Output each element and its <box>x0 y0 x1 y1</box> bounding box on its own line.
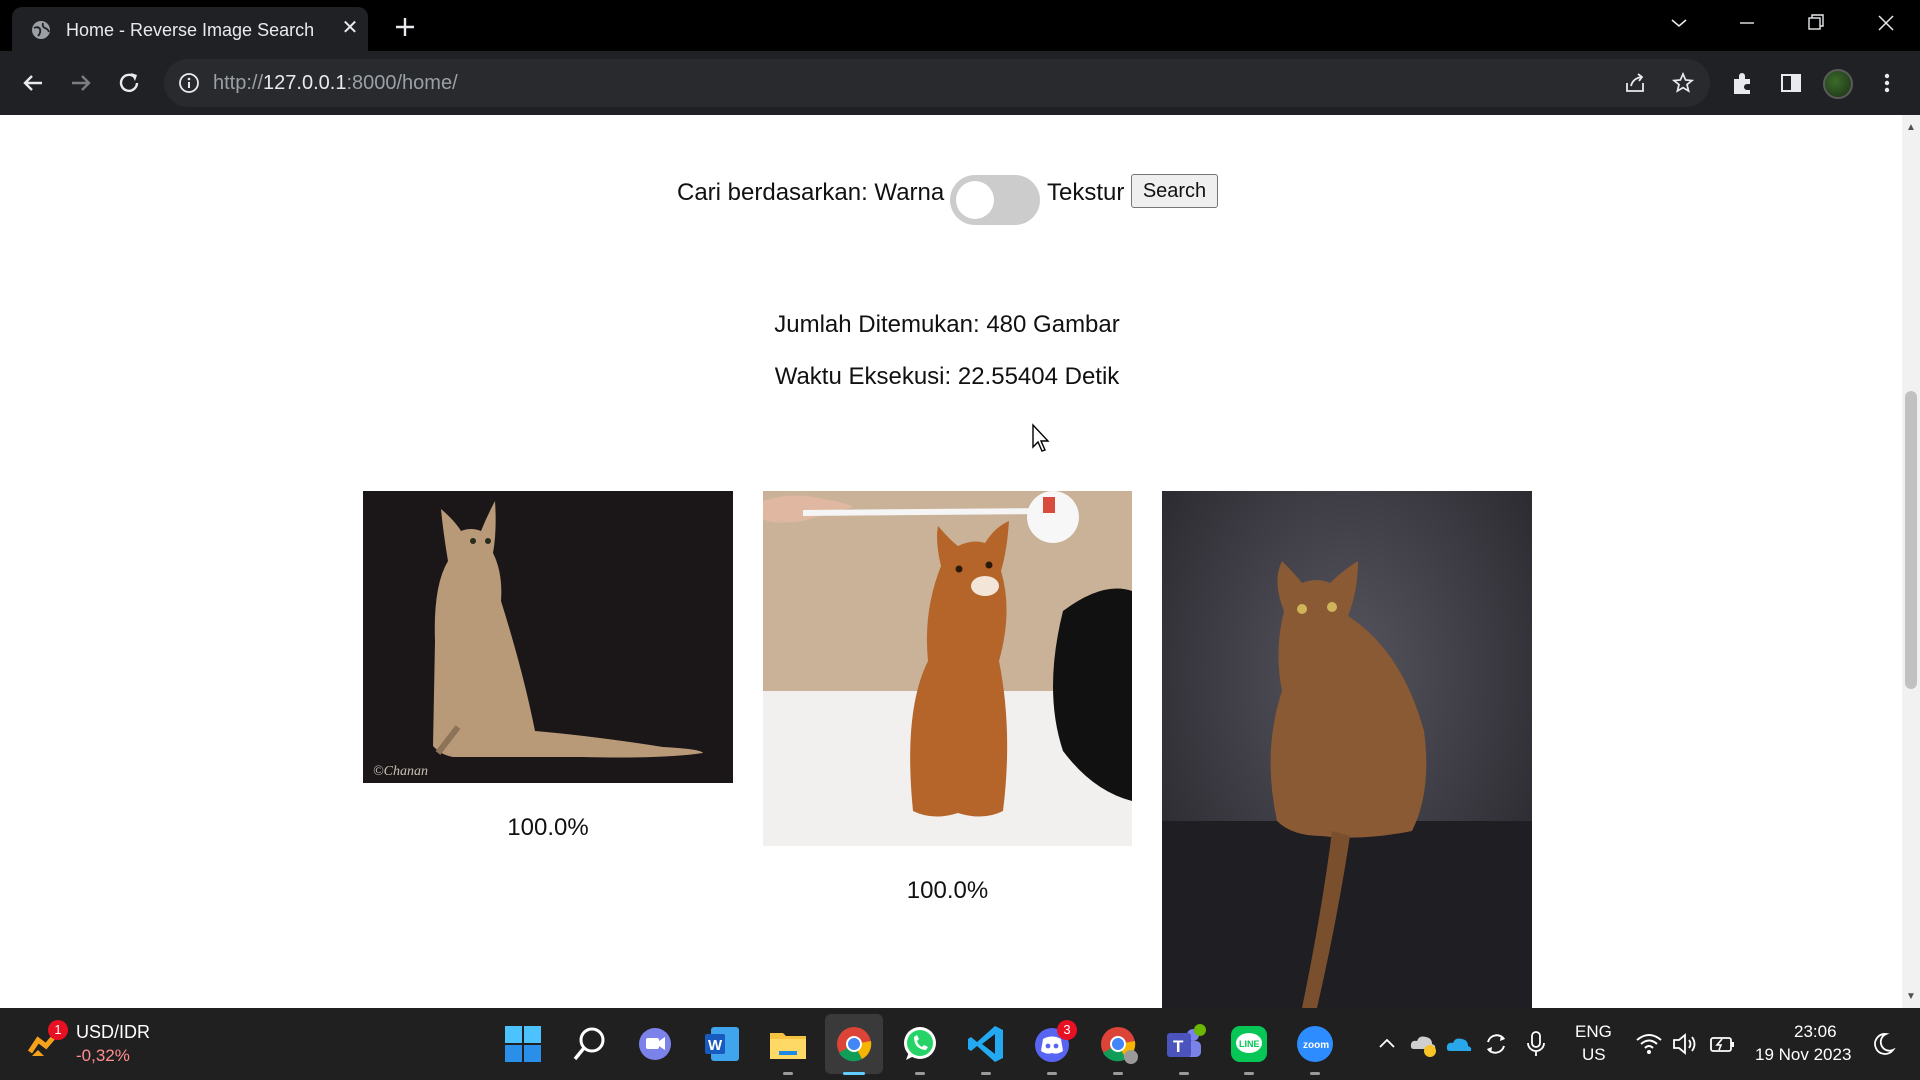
restore-icon[interactable] <box>1797 8 1833 38</box>
url-path: :8000/home/ <box>346 72 458 94</box>
toggle-knob <box>956 181 994 219</box>
line-running-indicator <box>1244 1072 1254 1075</box>
back-arrow-icon[interactable] <box>17 67 49 99</box>
url-scheme: http:// <box>213 72 264 94</box>
forward-arrow-icon[interactable] <box>65 67 97 99</box>
widget-badge: 1 <box>48 1020 68 1040</box>
reload-icon[interactable] <box>113 67 145 99</box>
whatsapp-running-indicator <box>915 1072 925 1075</box>
battery-charging-icon[interactable] <box>1707 1029 1737 1059</box>
close-window-icon[interactable] <box>1868 8 1904 38</box>
discord-running-indicator <box>1047 1072 1057 1075</box>
page-scrollbar[interactable]: ▲ ▼ <box>1902 115 1920 1008</box>
language-indicator-line1[interactable]: ENG <box>1575 1022 1612 1042</box>
focus-moon-icon[interactable] <box>1869 1030 1897 1058</box>
teams-icon[interactable]: T <box>1161 1021 1207 1067</box>
explorer-running-indicator <box>783 1072 793 1075</box>
sync-icon[interactable] <box>1481 1029 1511 1059</box>
tab-close-icon[interactable]: ✕ <box>338 16 362 40</box>
discord-badge: 3 <box>1057 1020 1077 1040</box>
search-mode-label-texture: Tekstur <box>1047 179 1125 206</box>
new-tab-plus-icon[interactable] <box>390 12 420 42</box>
taskbar-search-icon[interactable] <box>567 1021 613 1067</box>
browser-titlebar: Home - Reverse Image Search ✕ <box>0 0 1920 51</box>
windows-taskbar: 1 USD/IDR -0,32% W 3 T LINE zoom ENG US … <box>0 1008 1920 1080</box>
profile-avatar[interactable] <box>1823 69 1853 99</box>
teams-chat-icon[interactable] <box>632 1021 678 1067</box>
result-similarity-2: 100.0% <box>906 877 989 904</box>
wifi-icon[interactable] <box>1634 1029 1664 1059</box>
svg-text:W: W <box>708 1037 723 1054</box>
address-bar[interactable]: http://127.0.0.1:8000/home/ <box>164 59 1710 107</box>
screen: Home - Reverse Image Search ✕ http://127… <box>0 0 1920 1080</box>
found-count: Jumlah Ditemukan: 480 Gambar <box>774 311 1120 338</box>
word-icon[interactable]: W <box>699 1021 745 1067</box>
side-panel-icon[interactable] <box>1777 69 1805 97</box>
tray-overflow-chevron-icon[interactable] <box>1375 1032 1399 1056</box>
globe-icon <box>32 21 50 39</box>
result-image-2[interactable] <box>763 491 1132 846</box>
result-watermark: ©Chanan <box>373 764 428 779</box>
volume-icon[interactable] <box>1670 1029 1700 1059</box>
scroll-down-arrow-icon[interactable]: ▼ <box>1906 992 1916 1002</box>
site-info-icon[interactable] <box>178 72 200 94</box>
page-viewport: Cari berdasarkan: Warna Tekstur Search J… <box>0 115 1902 1008</box>
line-icon[interactable]: LINE <box>1226 1021 1272 1067</box>
chrome-active-indicator <box>843 1072 865 1075</box>
onedrive-cloud-icon[interactable] <box>1444 1029 1474 1059</box>
abyssinian-cat-sitting-dark-bg-icon: ©Chanan <box>363 491 733 783</box>
browser-tab-active[interactable]: Home - Reverse Image Search ✕ <box>12 7 368 51</box>
clock-date[interactable]: 19 Nov 2023 <box>1755 1045 1851 1065</box>
ginger-cat-playing-with-toy-icon <box>763 491 1132 846</box>
extensions-puzzle-icon[interactable] <box>1729 69 1757 97</box>
chrome-profile-running-indicator <box>1113 1072 1123 1075</box>
minimize-icon[interactable] <box>1729 8 1765 38</box>
scroll-thumb[interactable] <box>1905 391 1917 689</box>
mouse-cursor-icon <box>1032 423 1050 452</box>
scroll-up-arrow-icon[interactable]: ▲ <box>1906 123 1916 133</box>
whatsapp-icon[interactable] <box>897 1021 943 1067</box>
browser-toolbar: http://127.0.0.1:8000/home/ <box>0 51 1920 115</box>
windows-start-icon[interactable] <box>500 1021 546 1067</box>
search-mode-row: Cari berdasarkan: Warna Tekstur Search <box>0 173 1902 225</box>
clock-time[interactable]: 23:06 <box>1794 1022 1837 1042</box>
chrome-icon[interactable] <box>831 1021 877 1067</box>
tab-search-chevron-icon[interactable] <box>1661 8 1697 38</box>
file-explorer-icon[interactable] <box>765 1021 811 1067</box>
url-text[interactable]: http://127.0.0.1:8000/home/ <box>213 72 458 95</box>
result-similarity-1: 100.0% <box>507 814 589 841</box>
search-button[interactable]: Search <box>1131 174 1218 208</box>
widget-title: USD/IDR <box>76 1022 151 1042</box>
result-image-3[interactable] <box>1162 491 1532 1008</box>
chrome-profile-icon[interactable] <box>1095 1021 1141 1067</box>
share-icon[interactable] <box>1623 71 1647 95</box>
weather-market-widget[interactable]: 1 USD/IDR -0,32% <box>20 1018 160 1070</box>
vscode-running-indicator <box>981 1072 991 1075</box>
execution-time: Waktu Eksekusi: 22.55404 Detik <box>774 363 1120 390</box>
search-mode-toggle[interactable] <box>950 175 1040 225</box>
onedrive-warning-icon[interactable] <box>1408 1029 1438 1059</box>
widget-value: -0,32% <box>76 1046 130 1065</box>
language-indicator-line2[interactable]: US <box>1582 1045 1606 1065</box>
bookmark-star-icon[interactable] <box>1671 71 1695 95</box>
microphone-icon[interactable] <box>1522 1029 1550 1059</box>
vscode-icon[interactable] <box>963 1021 1009 1067</box>
svg-text:zoom: zoom <box>1303 1040 1329 1051</box>
teams-running-indicator <box>1179 1072 1189 1075</box>
zoom-running-indicator <box>1310 1072 1320 1075</box>
kebab-menu-icon[interactable] <box>1873 69 1901 97</box>
zoom-icon[interactable]: zoom <box>1292 1021 1338 1067</box>
svg-text:LINE: LINE <box>1239 1039 1260 1049</box>
tab-title: Home - Reverse Image Search <box>66 20 315 40</box>
url-host: 127.0.0.1 <box>263 72 347 94</box>
abyssinian-cat-looking-back-icon <box>1162 491 1532 1008</box>
result-image-1[interactable]: ©Chanan <box>363 491 733 783</box>
search-mode-label-color: Cari berdasarkan: Warna <box>677 179 945 206</box>
svg-text:T: T <box>1173 1037 1184 1056</box>
